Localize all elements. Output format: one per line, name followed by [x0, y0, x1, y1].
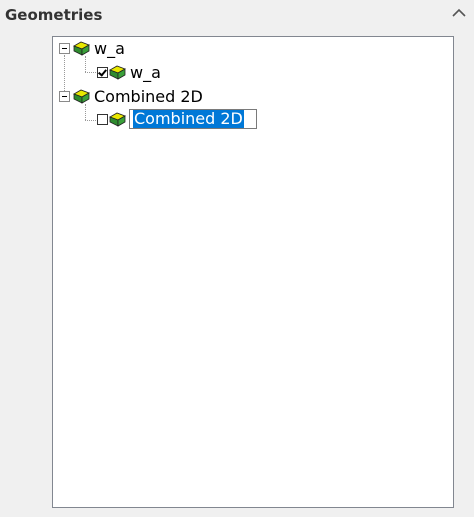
geometry-icon — [109, 112, 126, 127]
geometry-icon — [109, 65, 126, 80]
collapse-toggle[interactable] — [59, 42, 70, 54]
tree-node-label: w_a — [94, 38, 125, 58]
panel-title: Geometries — [5, 6, 103, 24]
rename-input[interactable]: Combined 2D — [129, 109, 257, 129]
visibility-checkbox[interactable] — [97, 113, 108, 125]
tree-node-label: w_a — [130, 62, 161, 82]
collapse-chevron-icon[interactable] — [450, 6, 468, 22]
tree-node-w_a[interactable]: w_a — [59, 37, 125, 59]
visibility-checkbox[interactable] — [97, 66, 108, 78]
geometry-icon — [73, 89, 90, 104]
geometry-icon — [73, 41, 90, 56]
tree-node-label: Combined 2D — [94, 86, 203, 106]
panel-header: Geometries — [0, 0, 474, 32]
tree-node-combined-2d[interactable]: Combined 2D — [59, 85, 203, 107]
collapse-toggle[interactable] — [59, 90, 70, 102]
geometry-tree[interactable]: w_a w_a Combined 2D Combined 2D — [52, 36, 454, 508]
rename-input-selected-text: Combined 2D — [133, 109, 244, 128]
tree-node-w_a-child[interactable]: w_a — [97, 61, 161, 83]
tree-node-combined-2d-child[interactable]: Combined 2D — [97, 108, 257, 130]
